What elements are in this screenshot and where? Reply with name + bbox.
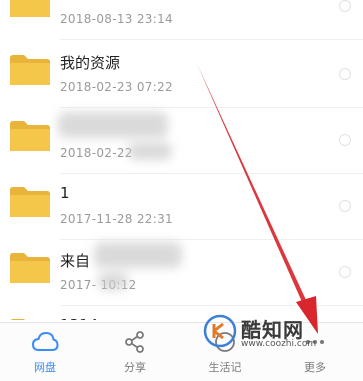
folder-icon: [10, 319, 25, 320]
tab-label: 网盘: [34, 361, 56, 374]
watermark-logo-icon: [203, 314, 237, 348]
select-radio[interactable]: [339, 68, 351, 80]
select-radio[interactable]: [339, 134, 351, 146]
tab-label: 生活记: [208, 361, 242, 374]
folder-icon: [10, 253, 50, 283]
file-meta: 2018-08-13 23:14: [60, 12, 173, 26]
watermark: 酷知网 www.coozhi.com: [203, 312, 353, 352]
cloud-icon: [31, 331, 59, 351]
file-list: 2018-08-13 23:14 我的资源 2018-02-23 07:22 2…: [0, 0, 363, 320]
blurred-date: [98, 272, 128, 290]
file-name: 1: [60, 184, 70, 202]
file-meta: 2017-11-28 22:31: [60, 212, 173, 226]
tab-label: 更多: [304, 361, 326, 374]
file-name: 来自: [60, 252, 91, 270]
file-row[interactable]: 1 2017-11-28 22:31: [0, 172, 363, 240]
folder-icon: [10, 187, 50, 217]
file-meta: 2018-02-23 07:22: [60, 80, 173, 94]
file-name: 我的资源: [60, 54, 121, 72]
blurred-time: [128, 142, 172, 160]
folder-icon: [10, 121, 50, 151]
tab-label: 分享: [124, 361, 146, 374]
tab-share[interactable]: 分享: [90, 323, 180, 381]
share-icon: [125, 331, 144, 353]
select-radio[interactable]: [339, 200, 351, 212]
file-meta: 2018-02-22: [60, 146, 133, 160]
select-radio[interactable]: [339, 266, 351, 278]
blurred-name: [94, 242, 182, 268]
file-row[interactable]: 来自 2017- 10:12: [0, 238, 363, 306]
folder-icon: [10, 0, 50, 17]
watermark-url: www.coozhi.com: [241, 339, 317, 349]
folder-icon: [10, 55, 50, 85]
file-row[interactable]: 2018-08-13 23:14: [0, 0, 363, 40]
select-radio[interactable]: [339, 0, 351, 12]
file-name: 1314: [60, 316, 98, 320]
file-row[interactable]: 2018-02-22: [0, 106, 363, 174]
tab-netdisk[interactable]: 网盘: [0, 323, 90, 381]
file-row[interactable]: 我的资源 2018-02-23 07:22: [0, 40, 363, 108]
blurred-name: [58, 112, 168, 138]
